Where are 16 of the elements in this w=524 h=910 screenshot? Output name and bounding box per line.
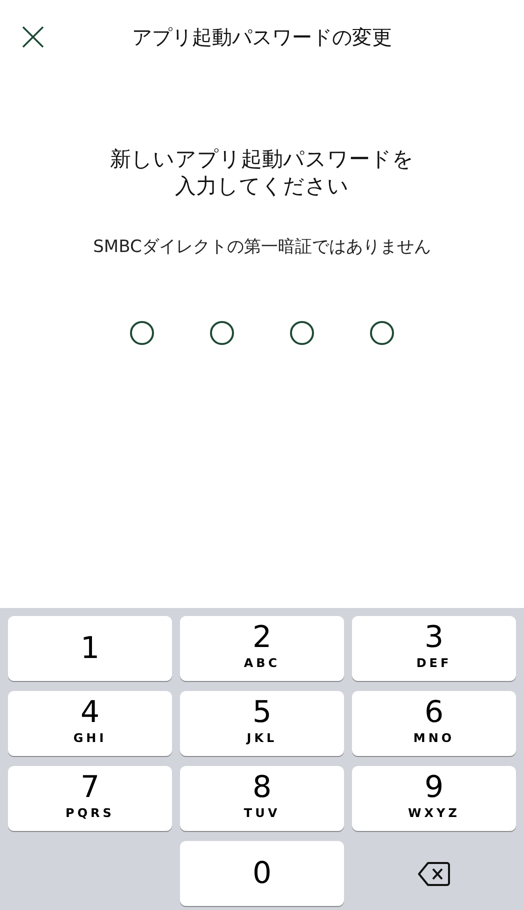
keypad-key[interactable]: 0 (180, 841, 344, 906)
keypad-key[interactable]: 2 ABC (180, 616, 344, 681)
notice-text: SMBCダイレクトの第一暗証ではありません (93, 236, 431, 259)
keypad-key[interactable]: 5 JKL (180, 691, 344, 756)
keypad-key[interactable]: 7 PQRS (8, 766, 172, 831)
keypad-key[interactable]: 3 DEF (352, 616, 516, 681)
keypad-key[interactable]: 9 WXYZ (352, 766, 516, 831)
keypad-key[interactable]: 8 TUV (180, 766, 344, 831)
prompt-text: 新しいアプリ起動パスワードを (110, 146, 414, 172)
keypad-key[interactable]: 1 (8, 616, 172, 681)
backspace-icon (417, 860, 451, 886)
screen-title: アプリ起動パスワードの変更 (132, 24, 392, 51)
keypad-key[interactable]: 4 GHI (8, 691, 172, 756)
keypad-key[interactable]: 6 MNO (352, 691, 516, 756)
close-icon (22, 26, 44, 48)
prompt-text: 入力してください (175, 173, 349, 199)
